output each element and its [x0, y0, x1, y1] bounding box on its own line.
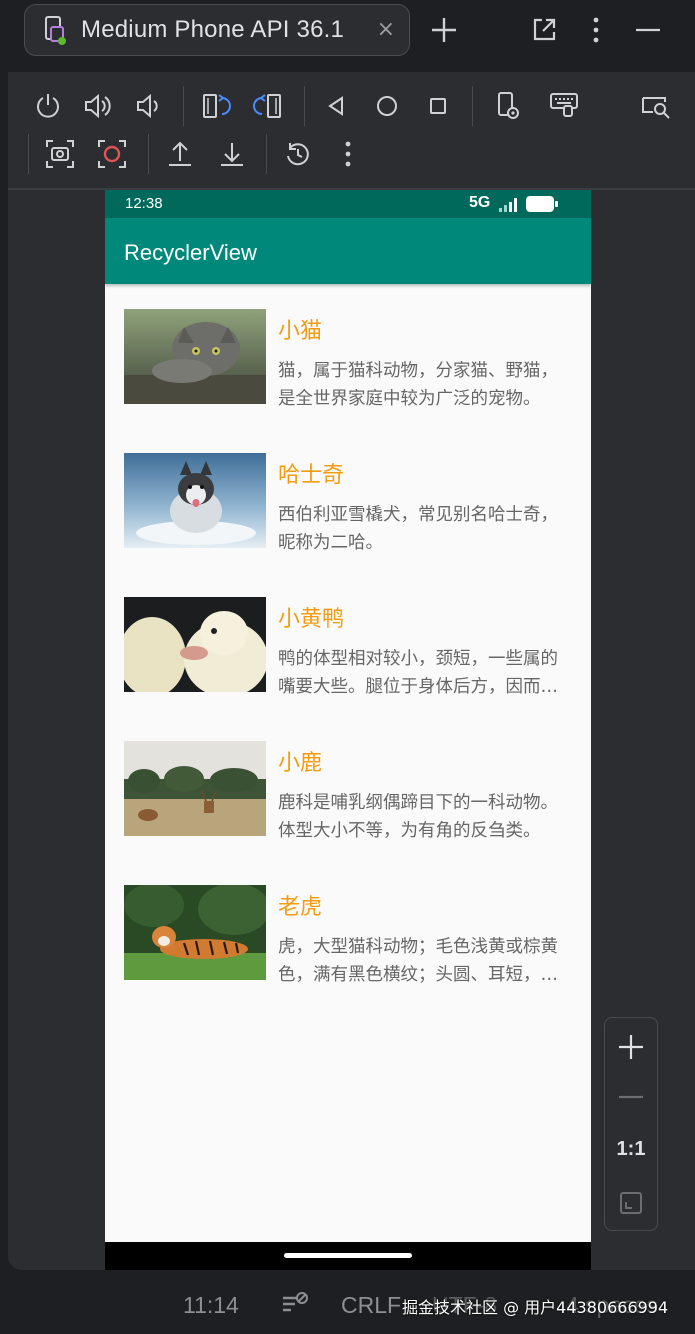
item-title: 小黄鸭	[278, 607, 345, 632]
back-icon[interactable]	[318, 88, 354, 124]
more-vertical-icon[interactable]	[578, 12, 614, 48]
emulator-toolbar	[8, 72, 695, 188]
battery-icon	[526, 196, 558, 216]
volume-down-icon[interactable]	[130, 88, 166, 124]
download-icon[interactable]	[214, 136, 250, 172]
rotate-left-icon[interactable]	[198, 88, 234, 124]
rotate-right-icon[interactable]	[250, 88, 286, 124]
duckling-photo	[124, 597, 266, 692]
external-window-icon[interactable]	[526, 12, 562, 48]
device-running-icon	[43, 15, 69, 45]
record-icon[interactable]	[94, 136, 130, 172]
device-tab[interactable]: Medium Phone API 36.1 ×	[24, 4, 410, 56]
husky-photo	[124, 453, 266, 548]
toolbar-divider	[28, 134, 29, 174]
ide-status-bar: 11:14 CRLF UTF-8 4 spaces 掘金技术社区 @ 用户443…	[0, 1270, 695, 1334]
item-description: 西伯利亚雪橇犬，常见别名哈士奇，昵称为二哈。	[278, 505, 558, 553]
volume-up-icon[interactable]	[80, 88, 116, 124]
screenshot-icon[interactable]	[42, 136, 78, 172]
network-type: 5G	[469, 194, 491, 211]
caret-position[interactable]: 11:14	[183, 1292, 239, 1319]
minimize-icon[interactable]	[630, 12, 666, 48]
android-status-bar: 12:38 5G	[105, 190, 591, 218]
zoom-screen-icon[interactable]	[638, 88, 674, 124]
zoom-out-icon[interactable]	[605, 1080, 657, 1114]
list-item[interactable]: 小猫 猫，属于猫科动物，分家猫、野猫，是全世界家庭中较为广泛的宠物。	[105, 309, 591, 453]
upload-icon[interactable]	[162, 136, 198, 172]
cat-photo	[124, 309, 266, 404]
power-icon[interactable]	[30, 88, 66, 124]
list-item[interactable]: 小黄鸭 鸭的体型相对较小，颈短，一些属的嘴要大些。腿位于身体后方，因而步态蹒跚。	[105, 597, 591, 741]
overview-icon[interactable]	[420, 88, 456, 124]
app-bar: RecyclerView	[105, 218, 591, 284]
zoom-fit-icon[interactable]	[605, 1186, 657, 1220]
line-ending[interactable]: CRLF	[341, 1292, 401, 1319]
item-title: 哈士奇	[278, 463, 345, 488]
toolbar-divider	[472, 86, 473, 126]
zoom-actual-size-button[interactable]: 1:1	[605, 1134, 657, 1164]
home-gesture-handle[interactable]	[284, 1253, 412, 1258]
add-icon[interactable]	[426, 12, 462, 48]
item-title: 小鹿	[278, 751, 323, 776]
gesture-nav-bar	[105, 1242, 591, 1270]
reset-icon[interactable]	[280, 136, 316, 172]
zoom-controls: 1:1	[604, 1017, 658, 1231]
item-description: 猫，属于猫科动物，分家猫、野猫，是全世界家庭中较为广泛的宠物。	[278, 361, 558, 409]
watermark: 掘金技术社区 @ 用户44380666994	[402, 1298, 669, 1317]
close-tab-icon[interactable]: ×	[377, 19, 395, 41]
inspection-icon[interactable]	[280, 1290, 310, 1322]
more-vertical-icon[interactable]	[330, 136, 366, 172]
deer-photo	[124, 741, 266, 836]
signal-icon	[498, 197, 520, 217]
item-description: 虎，大型猫科动物；毛色浅黄或棕黄色，满有黑色横纹；头圆、耳短，耳背面黑色。	[278, 937, 558, 985]
toolbar-divider	[304, 86, 305, 126]
device-settings-icon[interactable]	[490, 88, 526, 124]
item-description: 鸭的体型相对较小，颈短，一些属的嘴要大些。腿位于身体后方，因而步态蹒跚。	[278, 649, 558, 697]
tiger-photo	[124, 885, 266, 980]
emulator-window: Medium Phone API 36.1 × 12:38 5G Recycle…	[0, 0, 695, 1334]
toolbar-divider	[266, 134, 267, 174]
toolbar-divider	[183, 86, 184, 126]
toolbar-divider	[148, 134, 149, 174]
keyboard-icon[interactable]	[546, 86, 582, 122]
zoom-ratio-label: 1:1	[616, 1137, 646, 1160]
home-icon[interactable]	[369, 88, 405, 124]
zoom-in-icon[interactable]	[605, 1030, 657, 1064]
list-item[interactable]: 老虎 虎，大型猫科动物；毛色浅黄或棕黄色，满有黑色横纹；头圆、耳短，耳背面黑色。	[105, 885, 591, 1029]
status-time: 12:38	[125, 195, 163, 212]
device-tab-title: Medium Phone API 36.1	[81, 16, 345, 43]
list-item[interactable]: 哈士奇 西伯利亚雪橇犬，常见别名哈士奇，昵称为二哈。	[105, 453, 591, 597]
item-title: 小猫	[278, 319, 323, 344]
item-description: 鹿科是哺乳纲偶蹄目下的一科动物。体型大小不等，为有角的反刍类。	[278, 793, 558, 841]
item-title: 老虎	[278, 895, 323, 920]
list-item[interactable]: 小鹿 鹿科是哺乳纲偶蹄目下的一科动物。体型大小不等，为有角的反刍类。	[105, 741, 591, 885]
app-title: RecyclerView	[124, 240, 257, 265]
phone-screen[interactable]: 12:38 5G RecyclerView 小猫 猫，属于猫科动物，分家猫、野猫…	[105, 190, 591, 1270]
